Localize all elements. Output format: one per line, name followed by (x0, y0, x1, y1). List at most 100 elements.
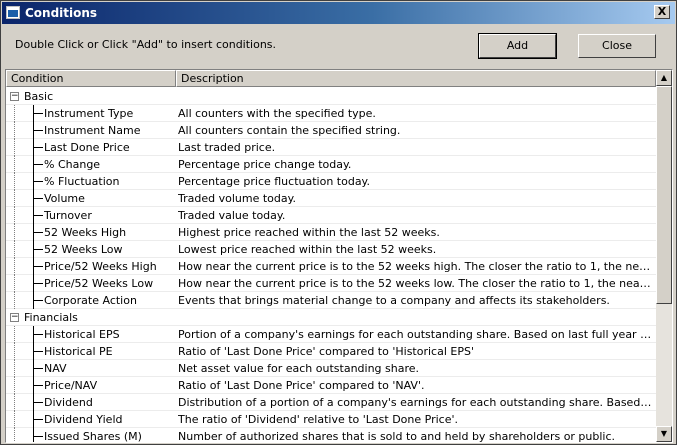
tree-branch (33, 249, 43, 250)
condition-description: Distribution of a portion of a company's… (178, 396, 653, 409)
condition-description: Number of authorized shares that is sold… (178, 430, 616, 443)
condition-name: Volume (44, 192, 85, 205)
tree-branch (33, 266, 43, 267)
tree-branch (33, 436, 43, 437)
tree-line (14, 275, 15, 292)
window-title: Conditions (25, 6, 98, 20)
condition-row[interactable]: Issued Shares (M) Number of authorized sh… (6, 428, 656, 443)
tree-line (14, 241, 15, 258)
condition-name: Last Done Price (44, 141, 130, 154)
tree-line (14, 224, 15, 241)
tree-line (14, 139, 15, 156)
condition-name: Instrument Name (44, 124, 141, 137)
condition-row[interactable]: Last Done Price Last traded price. (6, 139, 656, 156)
condition-description: How near the current price is to the 52 … (178, 277, 653, 290)
condition-name: Dividend (44, 396, 93, 409)
condition-description: All counters with the specified type. (178, 107, 376, 120)
scroll-thumb[interactable] (656, 86, 672, 304)
condition-row[interactable]: 52 Weeks High Highest price reached withi… (6, 224, 656, 241)
group-label: Basic (24, 90, 54, 103)
condition-row[interactable]: Turnover Traded value today. (6, 207, 656, 224)
condition-description: Percentage price fluctuation today. (178, 175, 370, 188)
tree-branch (33, 164, 43, 165)
tree-branch (33, 181, 43, 182)
condition-name: Price/52 Weeks High (44, 260, 157, 273)
conditions-table: Condition Description − Basic Instrument T… (5, 69, 673, 443)
condition-description: How near the current price is to the 52 … (178, 260, 653, 273)
group-row[interactable]: − Basic (6, 88, 656, 105)
condition-description: Net asset value for each outstanding sha… (178, 362, 420, 375)
condition-name: Historical EPS (44, 328, 120, 341)
condition-row[interactable]: Dividend Distribution of a portion of a c… (6, 394, 656, 411)
condition-name: % Change (44, 158, 101, 171)
condition-row[interactable]: Corporate Action Events that brings mater… (6, 292, 656, 309)
tree-line (14, 207, 15, 224)
condition-row[interactable]: Price/52 Weeks Low How near the current p… (6, 275, 656, 292)
tree-branch (33, 283, 43, 284)
tree-line (14, 343, 15, 360)
tree-line (14, 428, 15, 442)
condition-row[interactable]: Dividend Yield The ratio of 'Dividend' re… (6, 411, 656, 428)
tree-line (14, 173, 15, 190)
condition-description: Traded value today. (178, 209, 286, 222)
condition-row[interactable]: Instrument Type All counters with the spe… (6, 105, 656, 122)
condition-description: Traded volume today. (178, 192, 297, 205)
tree-branch (33, 130, 43, 131)
condition-name: Issued Shares (M) (44, 430, 142, 443)
group-row[interactable]: − Financials (6, 309, 656, 326)
window-close-button[interactable]: X (654, 5, 670, 19)
tree-branch (33, 368, 43, 369)
condition-description: Portion of a company's earnings for each… (178, 328, 653, 341)
tree-line (14, 377, 15, 394)
tree-line (14, 394, 15, 411)
condition-row[interactable]: Price/NAV Ratio of 'Last Done Price' comp… (6, 377, 656, 394)
condition-row[interactable]: % Fluctuation Percentage price fluctuatio… (6, 173, 656, 190)
vertical-scrollbar[interactable]: ▲ ▼ (656, 70, 672, 442)
condition-name: Instrument Type (44, 107, 134, 120)
condition-row[interactable]: NAV Net asset value for each outstanding … (6, 360, 656, 377)
condition-row[interactable]: Historical EPS Portion of a company's ear… (6, 326, 656, 343)
condition-name: Dividend Yield (44, 413, 123, 426)
condition-description: Events that brings material change to a … (178, 294, 610, 307)
tree-line (14, 326, 15, 343)
instruction-text: Double Click or Click "Add" to insert co… (15, 38, 277, 51)
condition-description: Last traded price. (178, 141, 276, 154)
collapse-icon[interactable]: − (10, 313, 19, 322)
title-bar[interactable]: Conditions X (2, 2, 675, 24)
condition-description: The ratio of 'Dividend' relative to 'Las… (178, 413, 459, 426)
tree-branch (33, 113, 43, 114)
condition-description: All counters contain the specified strin… (178, 124, 401, 137)
close-button[interactable]: Close (578, 34, 656, 58)
tree-line (14, 122, 15, 139)
table-header: Condition Description (6, 70, 656, 87)
tree-branch (33, 198, 43, 199)
condition-description: Percentage price change today. (178, 158, 352, 171)
condition-name: Turnover (44, 209, 92, 222)
tree-line (14, 360, 15, 377)
tree-branch (33, 147, 43, 148)
condition-description: Lowest price reached within the last 52 … (178, 243, 437, 256)
condition-row[interactable]: 52 Weeks Low Lowest price reached within … (6, 241, 656, 258)
column-header-description[interactable]: Description (176, 70, 656, 87)
condition-row[interactable]: Historical PE Ratio of 'Last Done Price' … (6, 343, 656, 360)
scroll-up-icon[interactable]: ▲ (656, 70, 672, 86)
collapse-icon[interactable]: − (10, 92, 19, 101)
condition-row[interactable]: Volume Traded volume today. (6, 190, 656, 207)
group-label: Financials (24, 311, 78, 324)
condition-row[interactable]: Instrument Name All counters contain the … (6, 122, 656, 139)
tree-branch (33, 419, 43, 420)
tree-line (14, 258, 15, 275)
tree-branch (33, 334, 43, 335)
add-button[interactable]: Add (478, 33, 557, 59)
tree-branch (33, 385, 43, 386)
condition-description: Ratio of 'Last Done Price' compared to '… (178, 345, 474, 358)
scroll-down-icon[interactable]: ▼ (656, 426, 672, 442)
column-header-condition[interactable]: Condition (6, 70, 176, 87)
tree-line (14, 105, 15, 122)
tree-branch (33, 215, 43, 216)
condition-name: % Fluctuation (44, 175, 120, 188)
tree-branch (33, 300, 43, 301)
condition-name: NAV (44, 362, 67, 375)
condition-row[interactable]: % Change Percentage price change today. (6, 156, 656, 173)
condition-row[interactable]: Price/52 Weeks High How near the current … (6, 258, 656, 275)
